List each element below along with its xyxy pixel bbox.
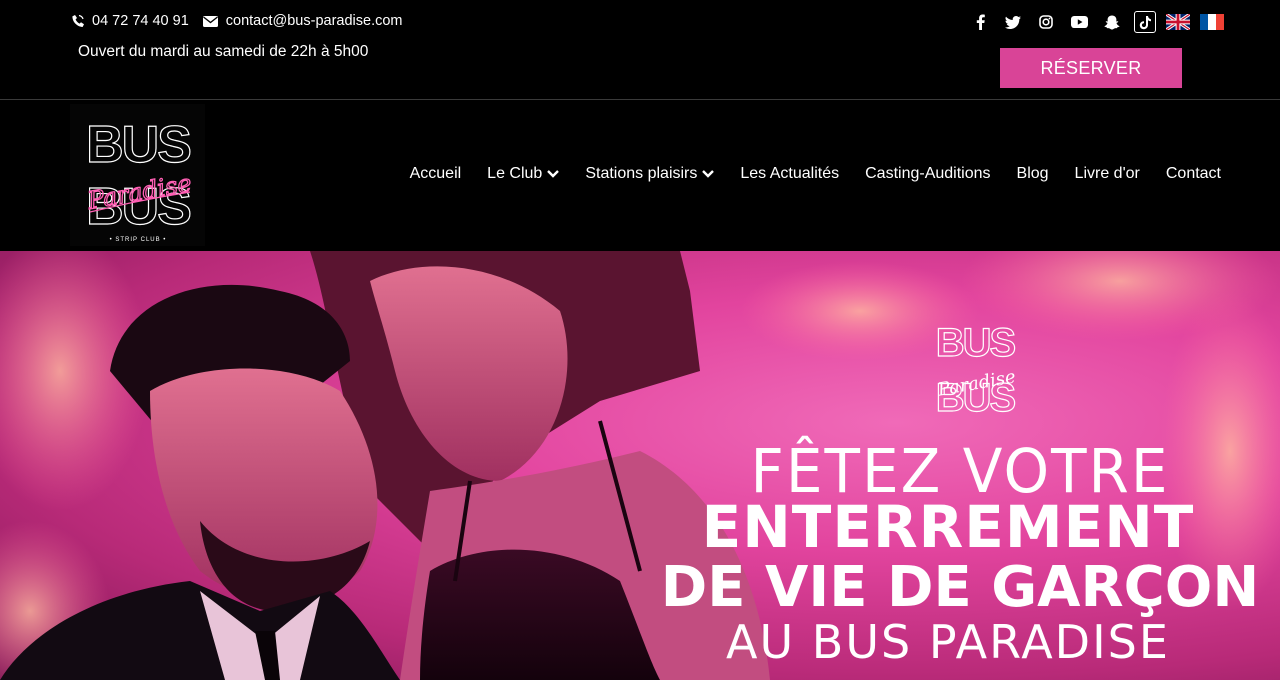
nav-item-blog[interactable]: Blog — [1017, 165, 1049, 183]
snapchat-icon[interactable] — [1101, 11, 1123, 33]
nav-item-le-club[interactable]: Le Club — [487, 165, 560, 183]
hero-line-4: AU BUS PARADISE — [726, 615, 1170, 669]
hero-line-2: ENTERREMENT — [701, 493, 1195, 561]
nav-item-stations-plaisirs[interactable]: Stations plaisirs — [585, 165, 715, 183]
instagram-icon[interactable] — [1035, 11, 1057, 33]
uk-flag-icon[interactable] — [1166, 14, 1190, 30]
france-flag-icon[interactable] — [1200, 14, 1224, 30]
tiktok-icon[interactable] — [1134, 11, 1156, 33]
twitter-icon[interactable] — [1002, 11, 1024, 33]
nav-item-casting-auditions[interactable]: Casting-Auditions — [865, 165, 990, 183]
envelope-icon — [202, 15, 218, 27]
contact-row: 04 72 74 40 91 contact@bus-paradise.com — [72, 13, 416, 29]
facebook-icon[interactable] — [969, 11, 991, 33]
hero-banner[interactable]: BUS BUS Paradise FÊTEZ VOTRE ENTERREMENT… — [0, 251, 1280, 680]
svg-text:• STRIP CLUB •: • STRIP CLUB • — [110, 237, 167, 243]
bus-paradise-logo[interactable]: BUS BUS Paradise • STRIP CLUB • — [70, 104, 205, 246]
phone-number: 04 72 74 40 91 — [92, 13, 189, 29]
youtube-icon[interactable] — [1068, 11, 1090, 33]
nav-item-livre-dor[interactable]: Livre d'or — [1075, 165, 1140, 183]
nav-item-accueil[interactable]: Accueil — [410, 165, 462, 183]
chevron-down-icon — [547, 170, 560, 178]
hero-text: FÊTEZ VOTRE ENTERREMENT DE VIE DE GARÇON… — [640, 251, 1280, 680]
phone-link[interactable]: 04 72 74 40 91 — [72, 13, 189, 29]
reserve-button[interactable]: RÉSERVER — [1000, 48, 1182, 88]
hero-line-3: DE VIE DE GARÇON — [660, 555, 1260, 620]
opening-hours: Ouvert du mardi au samedi de 22h à 5h00 — [78, 43, 369, 60]
nav-item-contact[interactable]: Contact — [1166, 165, 1221, 183]
social-links — [958, 11, 1224, 33]
top-bar: 04 72 74 40 91 contact@bus-paradise.com … — [0, 0, 1280, 100]
nav-item-actualites[interactable]: Les Actualités — [740, 165, 839, 183]
chevron-down-icon — [702, 170, 715, 178]
email-link[interactable]: contact@bus-paradise.com — [202, 13, 403, 29]
svg-text:BUS: BUS — [86, 116, 190, 174]
phone-icon — [72, 14, 84, 27]
main-nav: Accueil Le Club Stations plaisirs Les Ac… — [410, 165, 1221, 183]
main-header: BUS BUS Paradise • STRIP CLUB • Accueil … — [0, 100, 1280, 251]
email-address: contact@bus-paradise.com — [225, 13, 403, 29]
